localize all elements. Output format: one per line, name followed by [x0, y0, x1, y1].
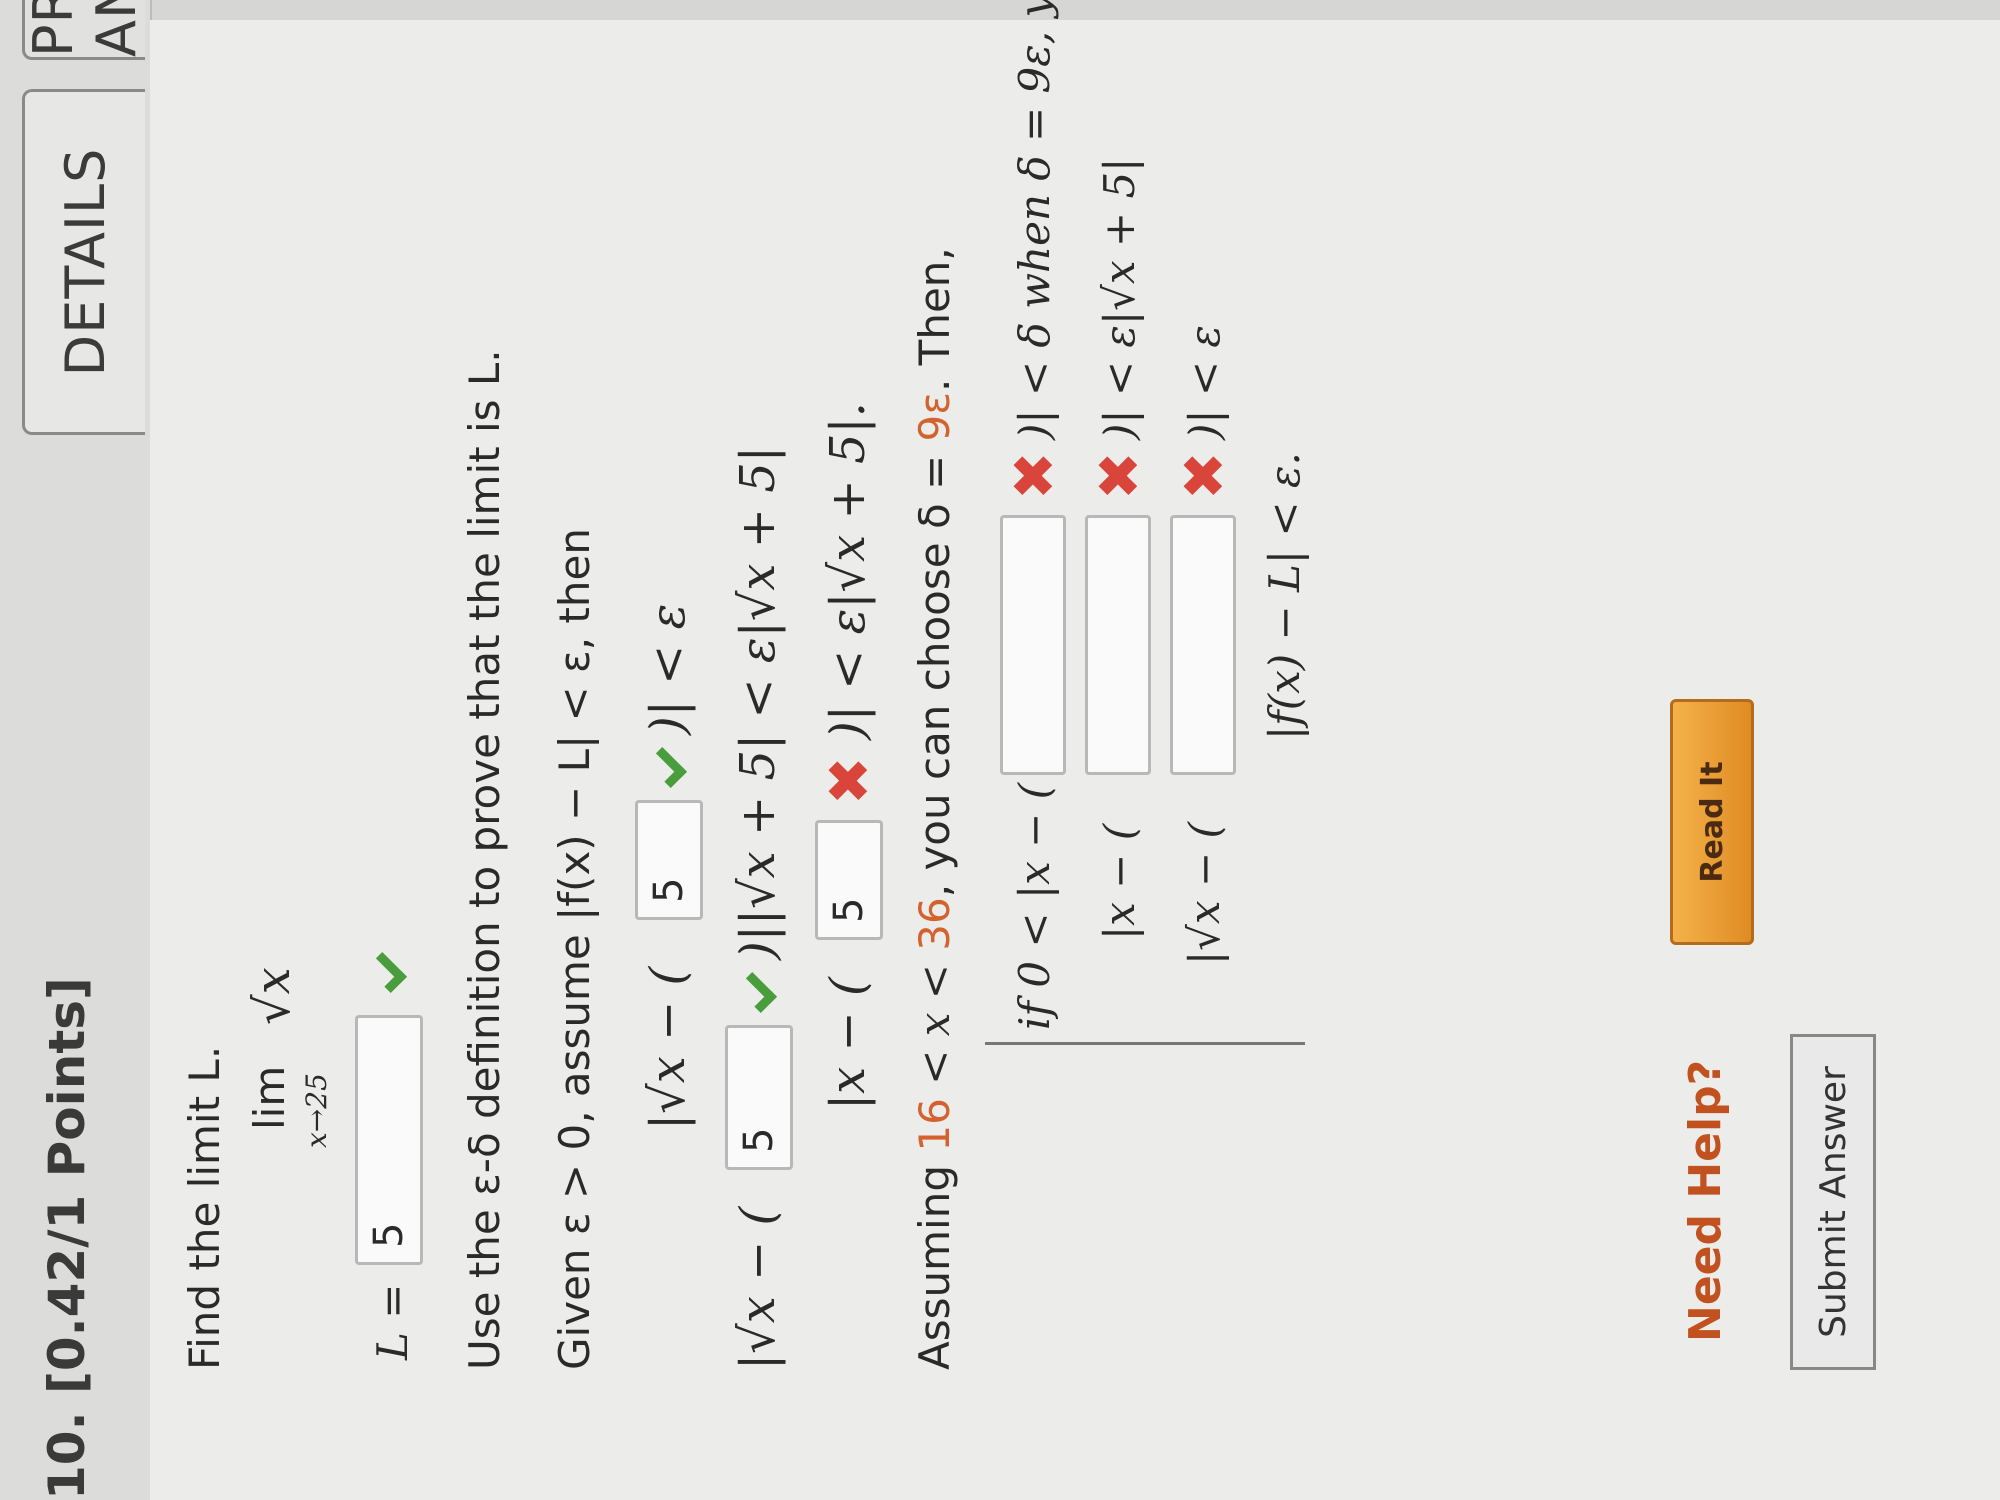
- incorrect-icon: ✖: [1085, 451, 1153, 500]
- step3-rhs: )| < ε|√x + 5|.: [820, 402, 876, 740]
- assuming-mid: < x <: [910, 964, 959, 1085]
- step2-rhs: )||√x + 5| < ε|√x + 5|: [730, 446, 786, 960]
- assuming-end: . Then,: [910, 247, 959, 393]
- chain-r1-lhs: if 0 < |x − (: [1010, 782, 1059, 1030]
- step2-lhs: |√x − (: [730, 1206, 786, 1370]
- assuming-upper: 36: [910, 897, 959, 951]
- submit-answer-button[interactable]: Submit Answer: [1790, 1034, 1876, 1370]
- incorrect-icon: ✖: [1170, 451, 1238, 500]
- homework-page: 10. [0.42/1 Points] DETAILS PREVIOUS ANS…: [0, 0, 2000, 1500]
- tab-details[interactable]: DETAILS: [22, 89, 145, 435]
- step1-lhs: |√x − (: [640, 966, 696, 1130]
- step1-rhs: )| < ε: [640, 603, 696, 735]
- chain-r1-rhs: )| < δ when δ = 9ε, you have: [1010, 0, 1059, 440]
- step2-input[interactable]: 5: [725, 1025, 793, 1170]
- step1-input[interactable]: 5: [635, 800, 703, 920]
- step3-value: 5: [826, 897, 872, 923]
- L-answer-input[interactable]: 5: [355, 1015, 423, 1265]
- step2-value: 5: [736, 1127, 782, 1153]
- assuming-lower: 16: [910, 1098, 959, 1152]
- step1-value: 5: [646, 877, 692, 903]
- need-help-label: Need Help?: [1680, 1059, 1731, 1342]
- L-label: L =: [368, 1283, 417, 1360]
- given-text: Given ε > 0, assume |f(x) − L| < ε, then: [550, 528, 599, 1370]
- assuming-post: , you can choose δ =: [910, 454, 959, 898]
- chain-r3-input[interactable]: [1170, 515, 1236, 775]
- step3-input[interactable]: 5: [815, 820, 883, 940]
- assuming-pre: Assuming: [910, 1165, 959, 1370]
- assuming-text: Assuming 16 < x < 36, you can choose δ =…: [910, 247, 959, 1370]
- lim-expression: √x: [245, 967, 301, 1025]
- read-it-button[interactable]: Read It: [1670, 699, 1754, 945]
- incorrect-icon: ✖: [1000, 451, 1068, 500]
- check-icon: [365, 951, 408, 994]
- chain-r4: |f(x) − L| < ε.: [1260, 452, 1309, 740]
- instruction-text: Use the ε-δ definition to prove that the…: [460, 349, 509, 1370]
- chain-r2-input[interactable]: [1085, 515, 1151, 775]
- tab-previous-answers[interactable]: PREVIOUS ANSWERS: [22, 0, 148, 60]
- chain-r3-lhs: |√x − (: [1180, 822, 1229, 965]
- prompt-text: Find the limit L.: [180, 1045, 229, 1370]
- question-header: 10. [0.42/1 Points] DETAILS PREVIOUS ANS…: [0, 0, 152, 1500]
- check-icon: [735, 971, 778, 1014]
- lim-subscript: x→25: [300, 1073, 333, 1148]
- chain-r2-lhs: |x − (: [1095, 823, 1144, 940]
- question-body: Find the limit L. lim x→25 √x L = 5 Use …: [150, 0, 2000, 1500]
- incorrect-icon: ✖: [815, 756, 883, 805]
- chain-r2-rhs: )| < ε|√x + 5|: [1095, 157, 1144, 440]
- chain-r3-rhs: )| < ε: [1180, 325, 1229, 440]
- assuming-delta: 9ε: [910, 392, 959, 442]
- chain-bracket: [985, 1042, 1305, 1045]
- question-points: 10. [0.42/1 Points]: [38, 977, 96, 1500]
- chain-r1-input[interactable]: [1000, 515, 1066, 775]
- step3-lhs: |x − (: [820, 977, 876, 1110]
- lim-word: lim: [245, 1065, 294, 1130]
- L-answer-value: 5: [366, 1222, 412, 1248]
- check-icon: [645, 746, 688, 789]
